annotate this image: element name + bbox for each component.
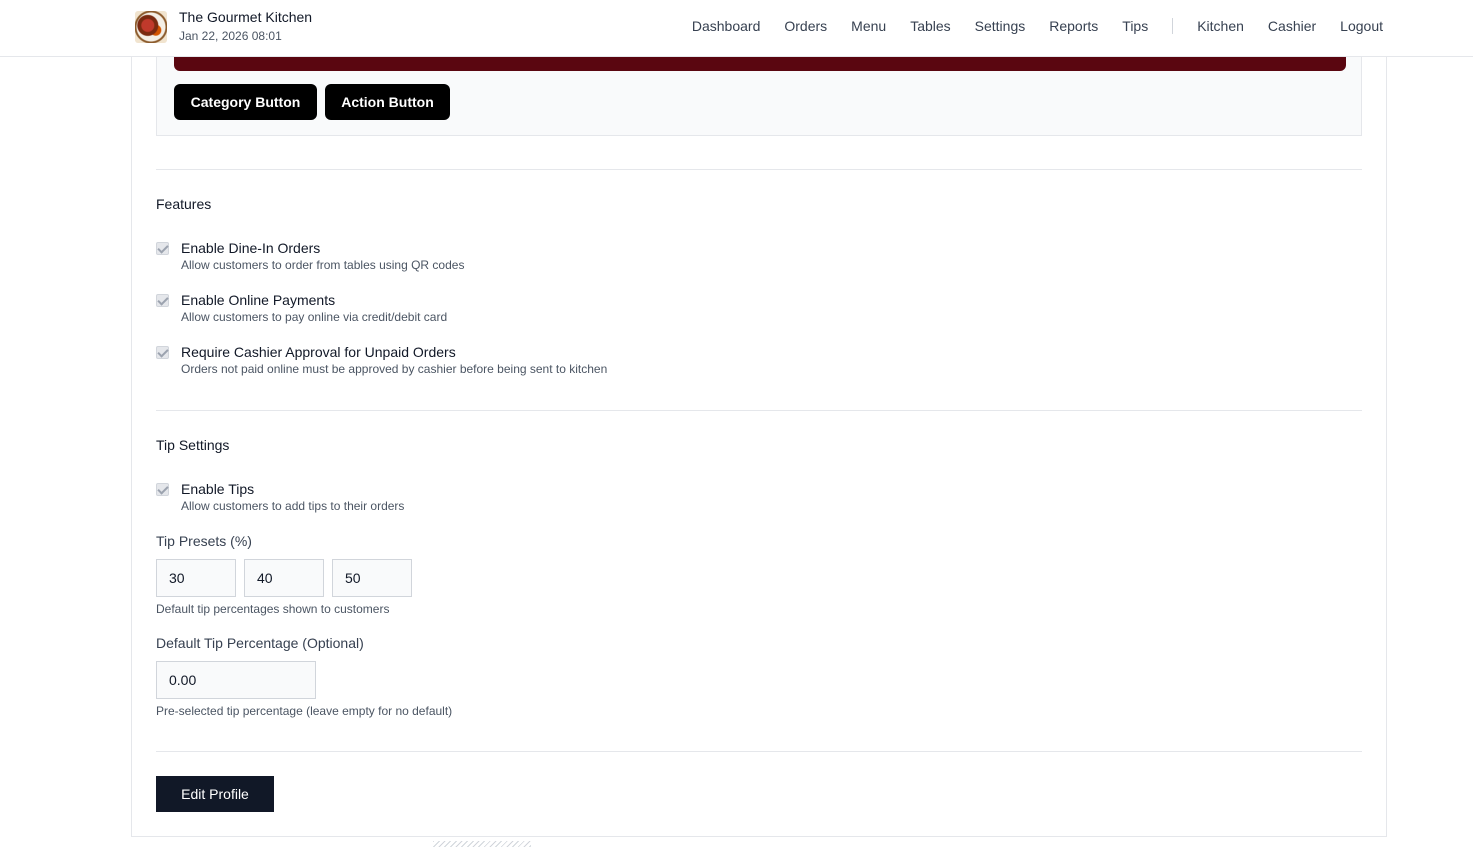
- preview-action-button[interactable]: Action Button: [325, 84, 450, 120]
- section-divider: [156, 410, 1362, 411]
- preview-category-button[interactable]: Category Button: [174, 84, 317, 120]
- enable-tips-checkbox[interactable]: [156, 483, 169, 496]
- settings-card: Category Button Action Button Features E…: [131, 40, 1387, 837]
- current-datetime: Jan 22, 2026 08:01: [179, 29, 282, 43]
- cashier-approval-text: Require Cashier Approval for Unpaid Orde…: [181, 344, 607, 377]
- online-payments-desc: Allow customers to pay online via credit…: [181, 310, 448, 324]
- tip-presets-label: Tip Presets (%): [156, 533, 252, 549]
- section-divider: [156, 751, 1362, 752]
- enable-tips-text: Enable Tips Allow customers to add tips …: [181, 481, 404, 514]
- enable-tips-desc: Allow customers to add tips to their ord…: [181, 499, 405, 513]
- restaurant-logo: [135, 10, 167, 43]
- nav-orders[interactable]: Orders: [784, 0, 827, 52]
- section-divider: [156, 169, 1362, 170]
- dine-in-label: Enable Dine-In Orders: [181, 240, 321, 256]
- top-header: The Gourmet Kitchen Jan 22, 2026 08:01 D…: [0, 0, 1473, 57]
- feature-dine-in: Enable Dine-In Orders Allow customers to…: [156, 240, 464, 273]
- nav-tables[interactable]: Tables: [910, 0, 950, 52]
- nav-menu[interactable]: Menu: [851, 0, 886, 52]
- tip-preset-3-input[interactable]: [332, 559, 412, 597]
- online-payments-label: Enable Online Payments: [181, 292, 336, 308]
- online-payments-checkbox[interactable]: [156, 294, 169, 307]
- nav-cashier[interactable]: Cashier: [1268, 0, 1316, 52]
- brand[interactable]: The Gourmet Kitchen Jan 22, 2026 08:01: [135, 9, 312, 44]
- nav-dashboard[interactable]: Dashboard: [692, 0, 761, 52]
- brand-text: The Gourmet Kitchen Jan 22, 2026 08:01: [179, 9, 312, 44]
- nav-logout[interactable]: Logout: [1340, 0, 1383, 52]
- nav-separator: [1172, 18, 1174, 34]
- cashier-approval-desc: Orders not paid online must be approved …: [181, 362, 608, 376]
- nav-reports[interactable]: Reports: [1049, 0, 1098, 52]
- feature-cashier-approval: Require Cashier Approval for Unpaid Orde…: [156, 344, 607, 377]
- features-title: Features: [156, 196, 212, 212]
- default-tip-label: Default Tip Percentage (Optional): [156, 635, 364, 651]
- enable-tips-label: Enable Tips: [181, 481, 255, 497]
- main-nav: Dashboard Orders Menu Tables Settings Re…: [692, 0, 1383, 52]
- dine-in-desc: Allow customers to order from tables usi…: [181, 258, 465, 272]
- nav-settings[interactable]: Settings: [975, 0, 1026, 52]
- tip-presets-help: Default tip percentages shown to custome…: [156, 602, 390, 616]
- enable-tips-row: Enable Tips Allow customers to add tips …: [156, 481, 404, 514]
- default-tip-help: Pre-selected tip percentage (leave empty…: [156, 704, 453, 718]
- scroll-hint-pattern: [433, 841, 531, 847]
- tip-preset-2-input[interactable]: [244, 559, 324, 597]
- restaurant-name: The Gourmet Kitchen: [179, 9, 313, 25]
- nav-kitchen[interactable]: Kitchen: [1197, 0, 1244, 52]
- dine-in-checkbox[interactable]: [156, 242, 169, 255]
- tip-preset-1-input[interactable]: [156, 559, 236, 597]
- tip-settings-title: Tip Settings: [156, 437, 230, 453]
- dine-in-text: Enable Dine-In Orders Allow customers to…: [181, 240, 464, 273]
- default-tip-input[interactable]: [156, 661, 316, 699]
- online-payments-text: Enable Online Payments Allow customers t…: [181, 292, 447, 325]
- cashier-approval-label: Require Cashier Approval for Unpaid Orde…: [181, 344, 456, 360]
- nav-tips[interactable]: Tips: [1122, 0, 1148, 52]
- feature-online-payments: Enable Online Payments Allow customers t…: [156, 292, 447, 325]
- edit-profile-button[interactable]: Edit Profile: [156, 776, 274, 812]
- cashier-approval-checkbox[interactable]: [156, 346, 169, 359]
